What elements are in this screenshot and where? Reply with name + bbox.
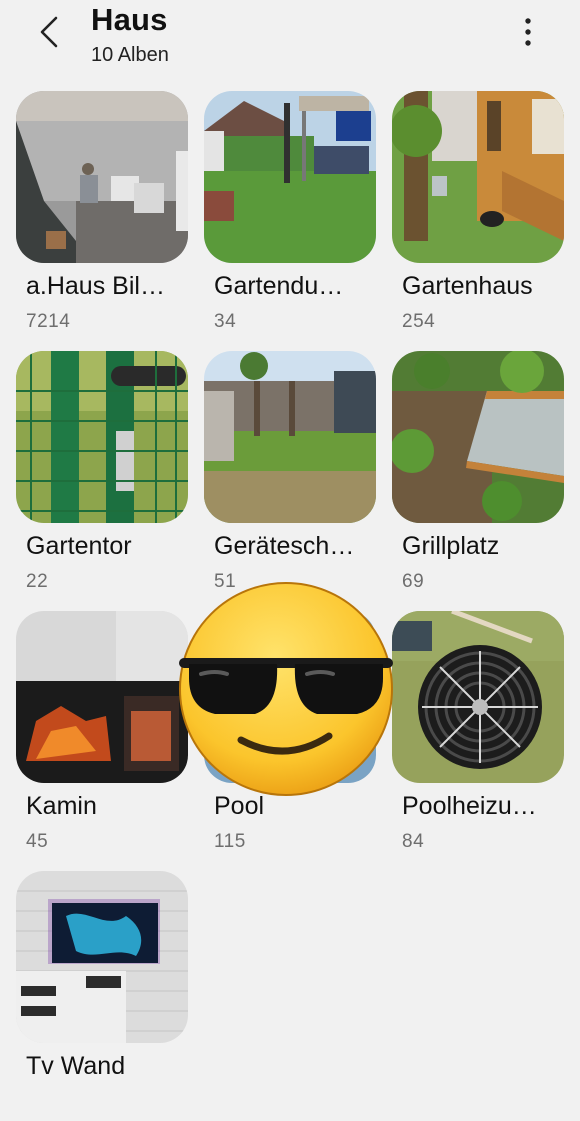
album-tile[interactable]: Tv Wand	[16, 871, 188, 1121]
album-thumbnail	[16, 91, 188, 263]
album-tile[interactable]: Grillplatz 69	[392, 351, 564, 601]
album-count-label: 34	[214, 311, 237, 332]
album-count-label: 69	[402, 571, 425, 592]
album-thumbnail	[204, 351, 376, 523]
album-name: Gartentor	[26, 532, 132, 560]
album-thumbnail	[392, 351, 564, 523]
album-tile[interactable]: Kamin 45	[16, 611, 188, 861]
album-thumbnail	[16, 351, 188, 523]
more-vertical-icon	[525, 18, 531, 46]
album-count-label: 22	[26, 571, 49, 592]
album-count-label: 254	[402, 311, 436, 332]
page-title: Haus	[91, 2, 168, 37]
album-thumbnail	[16, 871, 188, 1043]
album-tile[interactable]: Gartenhaus 254	[392, 91, 564, 341]
album-name: a.Haus Bil…	[26, 272, 165, 300]
album-count-label: 7214	[26, 311, 71, 332]
album-tile[interactable]: Gerätesch… 51	[204, 351, 376, 601]
album-thumbnail	[392, 611, 564, 783]
album-name: Kamin	[26, 792, 97, 820]
album-thumbnail	[204, 91, 376, 263]
album-count-label: 115	[214, 831, 246, 852]
album-tile[interactable]: Poolheizu… 84	[392, 611, 564, 861]
back-button[interactable]	[30, 12, 70, 52]
header: Haus 10 Alben	[0, 0, 580, 80]
album-name: Gerätesch…	[214, 532, 355, 560]
album-name: Poolheizu…	[402, 792, 537, 820]
back-arrow-icon	[40, 16, 58, 48]
album-tile[interactable]: Gartentor 22	[16, 351, 188, 601]
album-name: Gartenhaus	[402, 272, 533, 300]
album-count-label: 84	[402, 831, 425, 852]
album-tile[interactable]: a.Haus Bil… 7214	[16, 91, 188, 341]
album-tile[interactable]: Gartendu… 34	[204, 91, 376, 341]
more-options-button[interactable]	[508, 12, 548, 52]
album-thumbnail	[392, 91, 564, 263]
album-count-label: 45	[26, 831, 49, 852]
album-name: Grillplatz	[402, 532, 500, 560]
sunglasses-emoji-icon	[175, 578, 397, 800]
album-name: Gartendu…	[214, 272, 344, 300]
album-thumbnail	[16, 611, 188, 783]
album-name: Tv Wand	[26, 1052, 126, 1080]
album-count: 10 Alben	[91, 44, 169, 66]
